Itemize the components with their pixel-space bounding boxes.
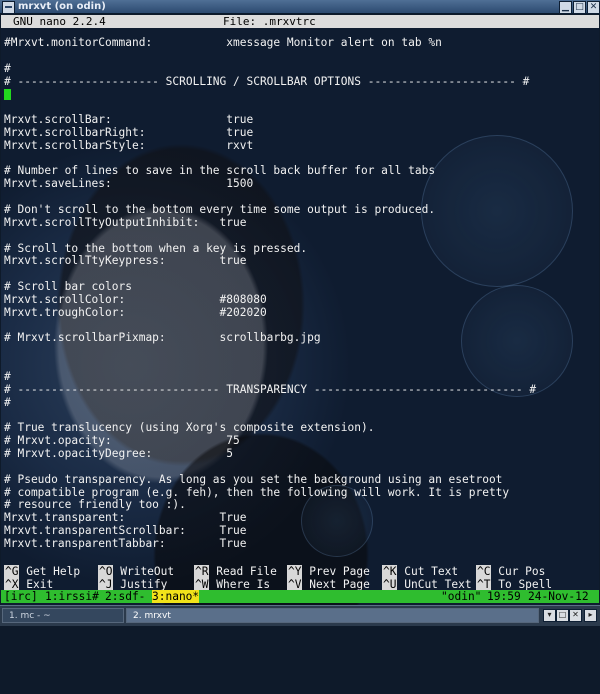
terminal-area[interactable]: GNU nano 2.2.4 File: .mrxvtrc #Mrxvt.mon… <box>1 15 599 605</box>
editor-line[interactable] <box>4 461 598 474</box>
window-menu-icon[interactable] <box>2 1 15 14</box>
editor-line[interactable] <box>4 88 598 101</box>
shortcut-key: ^R <box>194 565 210 578</box>
screen-window[interactable]: 3:nano* <box>152 590 200 603</box>
editor-line[interactable]: # --------------------- SCROLLING / SCRO… <box>4 75 598 89</box>
shortcut-label: WriteOut <box>120 565 175 578</box>
editor-line[interactable]: Mrxvt.scrollbarRight: true <box>4 126 598 140</box>
editor-line[interactable] <box>4 230 598 243</box>
shortcut-item: ^G Get Help <box>4 565 80 578</box>
taskbar-task[interactable]: 2. mrxvt <box>126 608 539 623</box>
screen-host: "odin" <box>441 590 482 603</box>
editor-line[interactable] <box>4 50 598 63</box>
shortcut-item: ^O WriteOut <box>98 565 174 578</box>
editor-text-area[interactable]: #Mrxvt.monitorCommand: xmessage Monitor … <box>4 36 598 551</box>
editor-line[interactable]: Mrxvt.troughColor: #202020 <box>4 306 598 320</box>
shortcut-item: ^Y Prev Page <box>287 565 370 578</box>
editor-line[interactable]: # Scroll bar colors <box>4 280 598 294</box>
editor-line[interactable]: Mrxvt.transparentTabbar: True <box>4 537 598 551</box>
shortcut-key: ^K <box>382 565 398 578</box>
taskbar: 1. mc - ~ 2. mrxvt ▾ □ ✕ ▸ <box>0 605 600 626</box>
editor-line[interactable]: # ------------------------------ TRANSPA… <box>4 383 598 397</box>
editor-line[interactable]: # Don't scroll to the bottom every time … <box>4 203 598 217</box>
editor-line[interactable]: # <box>4 62 598 76</box>
editor-line[interactable]: Mrxvt.saveLines: 1500 <box>4 177 598 191</box>
shortcut-key: ^G <box>4 565 20 578</box>
taskbar-maximize-icon[interactable]: □ <box>556 609 569 622</box>
editor-line[interactable] <box>4 345 598 358</box>
window-titlebar[interactable]: mrxvt (on odin) ▁ □ ✕ <box>0 0 600 14</box>
taskbar-next-icon[interactable]: ▸ <box>584 609 597 622</box>
editor-line[interactable]: # Mrxvt.opacityDegree: 5 <box>4 447 598 461</box>
window-title: mrxvt (on odin) <box>18 1 106 12</box>
editor-line[interactable]: Mrxvt.scrollColor: #808080 <box>4 293 598 307</box>
shortcut-label: Read File <box>216 565 277 578</box>
nano-filename: File: .mrxvtrc <box>223 15 316 28</box>
shortcut-item: ^C Cur Pos <box>476 565 545 578</box>
editor-line[interactable] <box>4 358 598 371</box>
screen-window[interactable]: 2:sdf- <box>105 590 145 603</box>
screen-time: 19:59 <box>487 590 521 603</box>
shortcut-item: ^K Cut Text <box>382 565 458 578</box>
screen-window[interactable]: 1:irssi# <box>45 590 99 603</box>
editor-line[interactable]: #Mrxvt.monitorCommand: xmessage Monitor … <box>4 36 598 50</box>
editor-line[interactable]: # Mrxvt.scrollbarPixmap: scrollbarbg.jpg <box>4 332 598 345</box>
close-icon[interactable]: ✕ <box>587 1 600 14</box>
shortcut-key: ^O <box>98 565 114 578</box>
maximize-icon[interactable]: □ <box>573 1 586 14</box>
shortcut-label: Prev Page <box>309 565 370 578</box>
editor-line[interactable]: # <box>4 396 598 410</box>
taskbar-menu-icon[interactable]: ▾ <box>543 609 556 622</box>
editor-line[interactable]: # <box>4 370 598 384</box>
screen-date: 24-Nov-12 <box>528 590 589 603</box>
nano-header: GNU nano 2.2.4 File: .mrxvtrc <box>1 15 599 28</box>
editor-line[interactable]: Mrxvt.scrollTtyOutputInhibit: true <box>4 216 598 230</box>
shortcut-label: Cut Text <box>404 565 459 578</box>
screen-status-bar: [irc] 1:irssi# 2:sdf- 3:nano* "odin" 19:… <box>1 590 599 603</box>
taskbar-task[interactable]: 1. mc - ~ <box>2 608 124 623</box>
shortcut-key: ^C <box>476 565 492 578</box>
shortcut-key: ^Y <box>287 565 303 578</box>
minimize-icon[interactable]: ▁ <box>559 1 572 14</box>
editor-line[interactable]: Mrxvt.scrollBar: true <box>4 113 598 127</box>
nano-version: GNU nano 2.2.4 <box>13 15 106 28</box>
editor-line[interactable]: Mrxvt.scrollbarStyle: rxvt <box>4 139 598 153</box>
editor-line[interactable]: Mrxvt.scrollTtyKeypress: true <box>4 254 598 268</box>
shortcut-label: Get Help <box>26 565 81 578</box>
shortcut-item: ^R Read File <box>194 565 277 578</box>
shortcut-row: ^G Get Help ^O WriteOut ^R Read File ^Y Pre… <box>4 565 598 578</box>
editor-line[interactable]: Mrxvt.transparentScrollbar: True <box>4 524 598 538</box>
shortcut-label: Cur Pos <box>498 565 546 578</box>
screen-group: [irc] <box>4 590 38 603</box>
taskbar-close-icon[interactable]: ✕ <box>569 609 582 622</box>
text-cursor <box>4 88 11 100</box>
editor-line[interactable]: # Pseudo transparency. As long as you se… <box>4 473 598 487</box>
